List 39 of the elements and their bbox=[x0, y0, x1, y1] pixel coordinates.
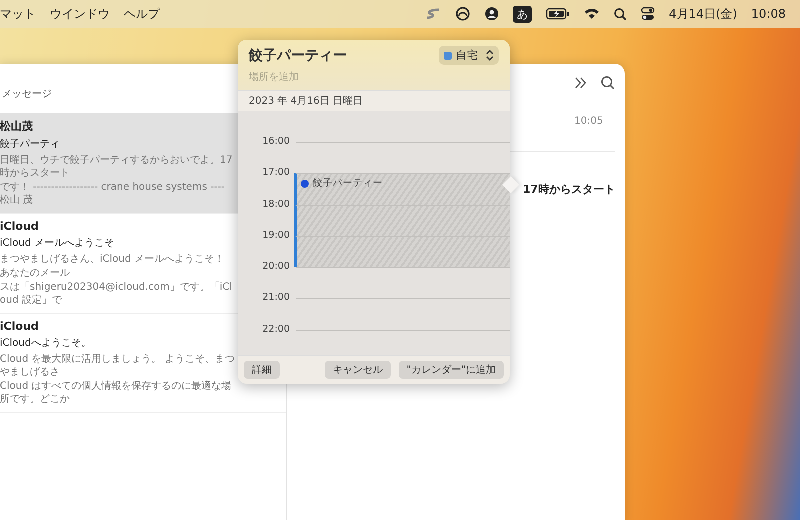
event-title: 餃子パーティー bbox=[249, 46, 347, 64]
event-date: 2023 年 4月16日 日曜日 bbox=[238, 91, 510, 111]
user-icon[interactable] bbox=[485, 7, 500, 21]
menu-item[interactable]: ヘルプ bbox=[124, 6, 160, 22]
message-body: 17時からスタート bbox=[523, 182, 616, 197]
input-mode-badge[interactable]: あ bbox=[513, 6, 532, 22]
search-icon[interactable] bbox=[614, 8, 628, 20]
event-block-title: 餃子パーティー bbox=[297, 174, 510, 194]
message-sender: iCloud bbox=[0, 320, 40, 333]
message-preview-line: スは「shigeru202304@icloud.com」です。「iCloud 設定」で bbox=[0, 281, 234, 307]
message-preview-line: Cloud を最大限に活用しましょう。 ようこそ、まつやましげるさ bbox=[0, 353, 236, 379]
menu-bar-time[interactable]: 10:08 bbox=[751, 7, 786, 21]
message-time: 10:05 bbox=[574, 116, 604, 127]
event-block-segment[interactable]: 餃子パーティー bbox=[294, 173, 510, 205]
menu-bar-date[interactable]: 4月14日(金) bbox=[669, 6, 738, 22]
message-subject: iCloud メールへようこそ bbox=[0, 237, 116, 250]
double-chevron-icon[interactable] bbox=[575, 77, 588, 89]
message-preview-line: です！ ------------------ crane house systems ---- 松山 茂 bbox=[0, 181, 226, 207]
wifi-icon[interactable] bbox=[584, 8, 600, 20]
location-field[interactable]: 場所を追加 bbox=[249, 71, 399, 83]
message-subject: iCloudへようこそ。 bbox=[0, 337, 92, 350]
message-preview-line: あなたのメール bbox=[0, 267, 71, 280]
menu-item[interactable]: マット bbox=[0, 6, 36, 22]
calendar-dropdown[interactable]: 自宅 bbox=[439, 46, 499, 65]
message-subject: 餃子パーティ bbox=[0, 138, 61, 151]
popover-button[interactable]: 詳細 bbox=[244, 361, 280, 379]
message-sender: iCloud bbox=[0, 220, 40, 233]
battery-icon[interactable] bbox=[546, 8, 570, 20]
search-icon[interactable] bbox=[601, 76, 616, 90]
popover-button[interactable]: キャンセル bbox=[324, 361, 391, 379]
menu-item[interactable]: ウインドウ bbox=[50, 6, 110, 22]
message-preview-line: まつやましげるさん、iCloud メールへようこそ！ bbox=[0, 253, 226, 266]
mailbox-title: メッセージ bbox=[2, 88, 52, 101]
popover-button[interactable]: "カレンダー"に追加 bbox=[398, 361, 504, 379]
chevron-up-down-icon[interactable] bbox=[486, 50, 494, 61]
message-preview-line: 日曜日、ウチで餃子パーティするからおいでよ。17時からスタート bbox=[0, 154, 234, 180]
message-sender: 松山茂 bbox=[0, 119, 34, 134]
toggle-switches-icon[interactable] bbox=[641, 7, 656, 21]
message-preview-line: Cloud はすべての個人情報を保存するのに最適な場所です。どこか bbox=[0, 380, 233, 406]
